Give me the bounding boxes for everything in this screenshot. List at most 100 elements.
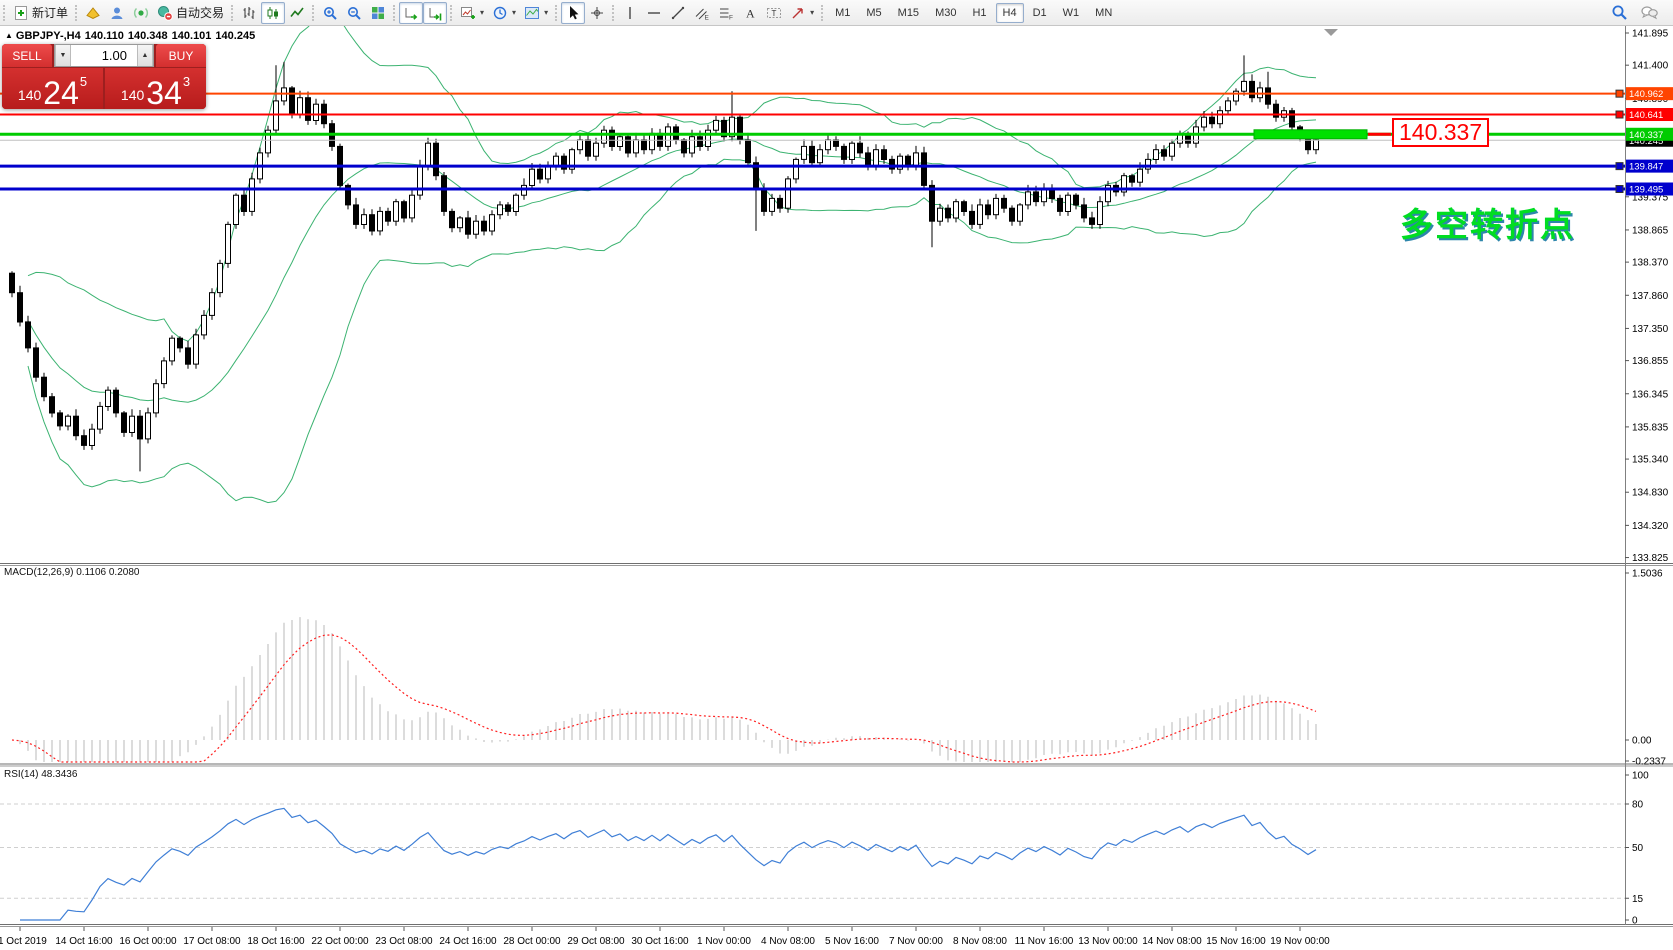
candle [666,127,671,146]
candle [994,198,999,214]
dropdown-caret-icon[interactable]: ▾ [544,8,548,17]
dropdown-caret-icon[interactable]: ▾ [810,8,814,17]
candle [578,140,583,150]
auto-scroll-button[interactable] [399,2,423,24]
candle [506,205,511,212]
ohlc-low: 140.101 [172,30,212,42]
hline-button[interactable] [642,2,666,24]
candle [290,88,295,114]
vline-button[interactable] [618,2,642,24]
volume-increase-button[interactable]: ▲ [137,45,153,66]
profile-button[interactable] [105,2,129,24]
editor-button[interactable] [81,2,105,24]
crosshair-button[interactable] [585,2,609,24]
svg-text:140.962: 140.962 [1629,89,1663,100]
tf-button-h4[interactable]: H4 [996,3,1024,23]
candle [474,221,479,234]
channel-button[interactable]: E [690,2,714,24]
candle [914,153,919,166]
sell-button[interactable]: SELL [2,44,52,67]
svg-text:0: 0 [1632,916,1638,927]
bollinger-middle [28,120,1316,402]
new-order-label: 新订单 [32,4,68,21]
candle [218,263,223,292]
volume-decrease-button[interactable]: ▼ [55,45,71,66]
new-order-icon [13,5,29,21]
candle [826,140,831,150]
buy-price-display[interactable]: 140 34 3 [105,68,206,109]
price-axis[interactable]: 141.895141.400140.890139.375138.865138.3… [1616,29,1673,927]
auto-trading-label: 自动交易 [176,4,224,21]
candle [634,140,639,153]
signals-icon [133,5,149,21]
candle [1082,205,1087,218]
line-chart-button[interactable] [285,2,309,24]
svg-text:80: 80 [1632,800,1644,811]
price-callout-box[interactable]: 140.337 [1392,118,1489,147]
new-order-button[interactable]: 新订单 [9,2,72,24]
candle [858,143,863,153]
label-button[interactable]: T [762,2,786,24]
candle [402,202,407,218]
one-click-trading-panel: SELL ▼ ▲ BUY 140 24 5 140 34 3 [2,44,206,109]
svg-text:139.847: 139.847 [1629,162,1663,173]
svg-text:5 Nov 16:00: 5 Nov 16:00 [825,936,879,947]
fibonacci-button[interactable]: F [714,2,738,24]
chat-button[interactable] [1636,2,1663,24]
chart-shift-button[interactable] [423,2,447,24]
tf-button-h1[interactable]: H1 [965,3,993,23]
rsi-line [20,808,1316,920]
svg-text:7 Nov 00:00: 7 Nov 00:00 [889,936,943,947]
tf-button-mn[interactable]: MN [1088,3,1119,23]
sell-price-display[interactable]: 140 24 5 [2,68,103,109]
svg-text:11 Nov 16:00: 11 Nov 16:00 [1015,936,1074,947]
search-button[interactable] [1607,2,1632,24]
zoom-out-icon [346,5,362,21]
candle [866,153,871,166]
svg-text:30 Oct 16:00: 30 Oct 16:00 [631,936,689,947]
zoom-out-button[interactable] [342,2,366,24]
text-button[interactable]: A [738,2,762,24]
svg-text:-0.2337: -0.2337 [1632,757,1666,768]
candlestick-button[interactable] [261,2,285,24]
tf-button-d1[interactable]: D1 [1026,3,1054,23]
highlight-rect[interactable] [1254,130,1367,139]
templates-button[interactable]: ▾ [520,2,552,24]
tf-button-w1[interactable]: W1 [1056,3,1087,23]
candle [698,137,703,147]
candle [482,221,487,231]
candle [490,215,495,231]
zoom-in-button[interactable] [318,2,342,24]
chart-note-annotation[interactable]: 多空转折点 [1400,198,1575,246]
shapes-button[interactable]: ▾ [786,2,818,24]
candle [1170,143,1175,156]
collapse-triangle-icon[interactable]: ▲ [5,31,13,40]
tf-button-m30[interactable]: M30 [928,3,963,23]
tf-button-m1[interactable]: M1 [828,3,857,23]
candle [554,156,559,166]
tf-button-m15[interactable]: M15 [891,3,926,23]
trendline-button[interactable] [666,2,690,24]
candle [458,218,463,228]
auto-trading-button[interactable]: 自动交易 [153,2,228,24]
tile-windows-button[interactable] [366,2,390,24]
label-icon: T [766,5,782,21]
volume-input[interactable] [71,45,137,66]
indicators-button[interactable]: ▾ [456,2,488,24]
line-handle [1616,163,1623,170]
signals-button[interactable] [129,2,153,24]
buy-button[interactable]: BUY [156,44,206,67]
cursor-button[interactable] [561,2,585,24]
periods-button[interactable]: ▾ [488,2,520,24]
svg-text:135.340: 135.340 [1632,455,1669,466]
bar-chart-button[interactable] [237,2,261,24]
tf-button-m5[interactable]: M5 [859,3,888,23]
candle [834,140,839,147]
sell-price-sup: 5 [80,74,87,89]
time-axis[interactable]: 11 Oct 201914 Oct 16:0016 Oct 00:0017 Oc… [0,927,1330,947]
candle [10,273,15,293]
dropdown-caret-icon[interactable]: ▾ [480,8,484,17]
dropdown-caret-icon[interactable]: ▾ [512,8,516,17]
chart-shift-marker-icon[interactable] [1324,29,1338,36]
candle [1226,101,1231,111]
